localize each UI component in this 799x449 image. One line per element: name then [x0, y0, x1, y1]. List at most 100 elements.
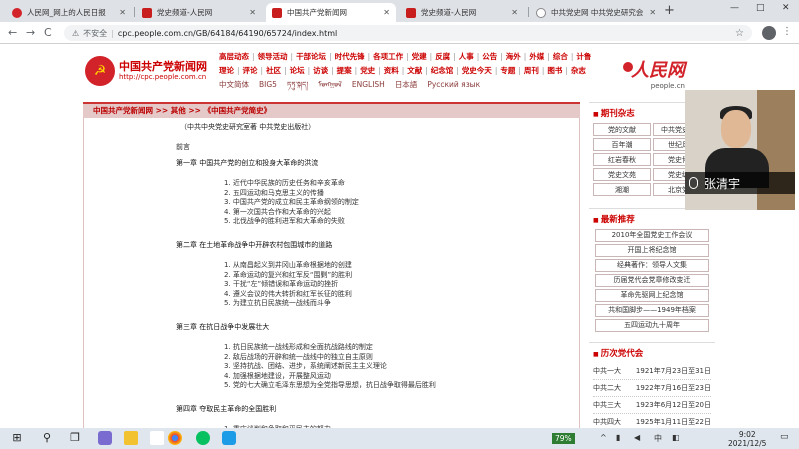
nav-link[interactable]: 社区	[266, 64, 281, 78]
chapter-title[interactable]: 第四章 夺取民主革命的全国胜利	[176, 404, 276, 414]
recommend-link[interactable]: 经典著作：领导人文集	[595, 259, 709, 272]
browser-menu-icon[interactable]: ⋮	[782, 26, 792, 37]
chrome-icon[interactable]	[168, 431, 182, 445]
recommend-link[interactable]: 共和国脚步——1949年档案	[595, 304, 709, 317]
clock[interactable]: 9:02 2021/12/5	[728, 430, 766, 448]
tab-people-daily[interactable]: 人民网_网上的人民日报 ✕	[6, 3, 132, 22]
nav-link[interactable]: 各项工作	[373, 50, 403, 64]
magazine-link[interactable]: 湘潮	[593, 183, 651, 196]
tab-cpc-news[interactable]: 中国共产党新闻网 ✕	[266, 3, 396, 22]
section-link[interactable]: 3. 干扰“左”倾错误和革命运动的挫折	[224, 279, 338, 289]
wechat-icon[interactable]	[196, 431, 210, 445]
nav-link[interactable]: 杂志	[571, 64, 586, 78]
chapter-title[interactable]: 第三章 在抗日战争中发展壮大	[176, 322, 269, 332]
chapter-title[interactable]: 第一章 中国共产党的创立和投身大革命的洪流	[176, 158, 318, 168]
nav-link[interactable]: 文献	[407, 64, 422, 78]
party-emblem-icon[interactable]: ☭	[85, 56, 115, 86]
close-window-button[interactable]: ✕	[782, 3, 790, 13]
network-icon[interactable]: ▮	[616, 433, 620, 442]
nav-link[interactable]: 综合	[553, 50, 568, 64]
nav-link[interactable]: 周刊	[524, 64, 539, 78]
notification-icon[interactable]: ▭	[780, 432, 789, 442]
language-link[interactable]: ཏཏུ་སྐད།	[287, 78, 308, 92]
mail-icon[interactable]	[150, 431, 164, 445]
close-tab-icon[interactable]: ✕	[505, 8, 518, 17]
section-link[interactable]: 1. 从南昌起义到井冈山革命根据地的创建	[224, 260, 352, 270]
section-link[interactable]: 2. 五四运动和马克思主义的传播	[224, 188, 324, 198]
magazine-link[interactable]: 百年潮	[593, 138, 651, 151]
close-tab-icon[interactable]: ✕	[113, 8, 126, 17]
meeting-app-icon[interactable]	[222, 431, 236, 445]
tab-party-history-2[interactable]: 党史频道-人民网 ✕	[400, 3, 524, 22]
nav-link[interactable]: 图书	[547, 64, 562, 78]
nav-link[interactable]: 资料	[384, 64, 399, 78]
section-link[interactable]: 4. 遵义会议的伟大转折和红军长征的胜利	[224, 289, 352, 299]
section-link[interactable]: 5. 北伐战争的胜利进军和大革命的失败	[224, 216, 345, 226]
close-tab-icon[interactable]: ✕	[377, 8, 390, 17]
nav-link[interactable]: 党史今天	[462, 64, 492, 78]
profile-avatar[interactable]	[762, 26, 776, 40]
preface-link[interactable]: 前言	[176, 142, 190, 152]
language-link[interactable]: 中文简体	[219, 78, 249, 92]
nav-link[interactable]: 理论	[219, 64, 234, 78]
minimize-button[interactable]: —	[730, 3, 739, 13]
tab-party-history[interactable]: 党史频道-人民网 ✕	[136, 3, 262, 22]
magazine-link[interactable]: 党的文献	[593, 123, 651, 136]
language-link[interactable]: 日本語	[395, 78, 418, 92]
nav-link[interactable]: 外媒	[529, 50, 544, 64]
nav-link[interactable]: 海外	[506, 50, 521, 64]
nav-link[interactable]: 评论	[243, 64, 258, 78]
forward-button[interactable]: →	[26, 26, 35, 39]
app-icon[interactable]	[98, 431, 112, 445]
video-call-overlay[interactable]: 张清宇	[685, 90, 795, 210]
tray-expand-icon[interactable]: ^	[600, 433, 607, 442]
recommend-link[interactable]: 历届党代会党章修改变迁	[595, 274, 709, 287]
nav-link[interactable]: 时代先锋	[335, 50, 365, 64]
warning-icon[interactable]: ⚠	[72, 29, 79, 38]
section-link[interactable]: 2. 革命运动的复兴和红军反“围剿”的胜利	[224, 270, 352, 280]
recommend-link[interactable]: 开国上将纪念馆	[595, 244, 709, 257]
close-tab-icon[interactable]: ✕	[243, 8, 256, 17]
site-title[interactable]: 中国共产党新闻网	[119, 58, 207, 74]
magazine-link[interactable]: 红岩春秋	[593, 153, 651, 166]
section-link[interactable]: 3. 坚持抗战、团结、进步，系统阐述新民主主义理论	[224, 361, 387, 371]
bookmark-star-icon[interactable]: ☆	[735, 28, 744, 39]
ime-icon[interactable]: ◧	[672, 433, 680, 442]
back-button[interactable]: ←	[8, 26, 17, 39]
battery-indicator[interactable]: 79%	[552, 433, 575, 444]
section-link[interactable]: 4. 加强根据地建设，开展整风运动	[224, 371, 331, 381]
section-link[interactable]: 1. 近代中华民族的历史任务和辛亥革命	[224, 178, 345, 188]
section-link[interactable]: 4. 第一次国共合作和大革命的兴起	[224, 207, 331, 217]
language-link[interactable]: ENGLISH	[352, 78, 385, 92]
section-link[interactable]: 3. 中国共产党的成立和民主革命纲领的制定	[224, 197, 359, 207]
close-tab-icon[interactable]: ✕	[643, 8, 656, 17]
congress-row[interactable]: 中共三大 1923年6月12日至20日	[593, 397, 711, 414]
language-link[interactable]: BIG5	[259, 78, 277, 92]
nav-link[interactable]: 干部论坛	[296, 50, 326, 64]
file-explorer-icon[interactable]	[124, 431, 138, 445]
section-link[interactable]: 5. 党的七大确立毛泽东思想为全党指导思想，抗日战争取得最后胜利	[224, 380, 436, 390]
nav-link[interactable]: 提案	[337, 64, 352, 78]
section-link[interactable]: 2. 敌后战场的开辟和统一战线中的独立自主原则	[224, 352, 373, 362]
windows-start-icon[interactable]: ⊞	[10, 431, 24, 445]
language-link[interactable]: ᠮᠣᠩᠭᠣᠯ	[318, 78, 342, 92]
people-logo[interactable]: 人民网 people.cn	[631, 56, 685, 90]
input-language[interactable]: 中	[654, 433, 662, 444]
task-view-icon[interactable]: ❐	[68, 431, 82, 445]
chapter-title[interactable]: 第二章 在土地革命战争中开辟农村包围城市的道路	[176, 240, 332, 250]
congress-row[interactable]: 中共一大 1921年7月23日至31日	[593, 363, 711, 380]
language-link[interactable]: Pусский язык	[427, 78, 480, 92]
nav-link[interactable]: 党建	[412, 50, 427, 64]
nav-link[interactable]: 党史	[360, 64, 375, 78]
section-link[interactable]: 5. 为建立抗日民族统一战线而斗争	[224, 298, 331, 308]
nav-link[interactable]: 纪念馆	[431, 64, 454, 78]
url-text[interactable]: cpc.people.com.cn/GB/64184/64190/65724/i…	[118, 29, 337, 38]
magazine-link[interactable]: 党史文苑	[593, 168, 651, 181]
congress-row[interactable]: 中共四大 1925年1月11日至22日	[593, 414, 711, 428]
search-icon[interactable]: ⚲	[40, 431, 54, 445]
recommend-link[interactable]: 革命先驱网上纪念馆	[595, 289, 709, 302]
volume-icon[interactable]: ◀	[634, 433, 640, 442]
new-tab-button[interactable]: +	[664, 3, 675, 18]
nav-link[interactable]: 人事	[459, 50, 474, 64]
tab-history-society[interactable]: 中共党史网 中共党史研究会 ✕	[530, 3, 660, 22]
